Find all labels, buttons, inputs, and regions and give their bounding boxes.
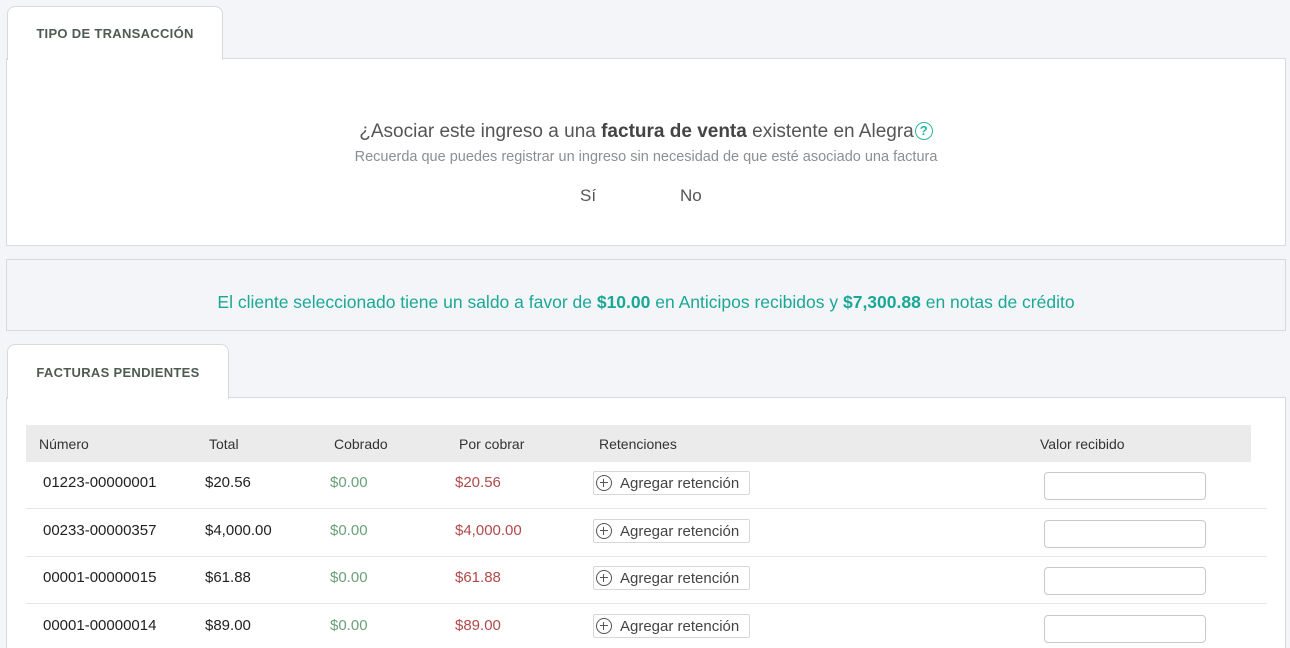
question-suffix: existente en Alegra bbox=[746, 121, 914, 142]
valor-recibido-input[interactable] bbox=[1044, 567, 1206, 595]
col-cobrado: Cobrado bbox=[334, 436, 388, 452]
invoice-total: $4,000.00 bbox=[205, 522, 272, 539]
table-row: 00001-00000015 $61.88 $0.00 $61.88 Agreg… bbox=[26, 557, 1267, 604]
tab-facturas-pendientes[interactable]: FACTURAS PENDIENTES bbox=[7, 344, 229, 399]
transaction-type-panel: ¿Asociar este ingreso a una factura de v… bbox=[6, 58, 1286, 246]
associate-invoice-question: ¿Asociar este ingreso a una factura de v… bbox=[7, 121, 1285, 143]
tab-tipo-transaccion-label: TIPO DE TRANSACCIÓN bbox=[36, 26, 194, 41]
add-retention-label: Agregar retención bbox=[620, 474, 740, 492]
question-bold: factura de venta bbox=[601, 121, 747, 142]
invoice-por-cobrar: $4,000.00 bbox=[455, 522, 522, 539]
invoice-total: $61.88 bbox=[205, 569, 251, 586]
add-retention-button[interactable]: Agregar retención bbox=[593, 614, 750, 638]
option-yes[interactable]: Sí bbox=[580, 186, 596, 206]
table-row: 00001-00000014 $89.00 $0.00 $89.00 Agreg… bbox=[26, 605, 1267, 648]
add-retention-button[interactable]: Agregar retención bbox=[593, 519, 750, 543]
invoice-por-cobrar: $89.00 bbox=[455, 617, 501, 634]
advance-amount: $10.00 bbox=[596, 292, 651, 312]
plus-circle-icon bbox=[596, 618, 612, 634]
question-subtitle: Recuerda que puedes registrar un ingreso… bbox=[354, 149, 938, 165]
add-retention-label: Agregar retención bbox=[620, 617, 740, 635]
col-por-cobrar: Por cobrar bbox=[459, 436, 525, 452]
invoice-cobrado: $0.00 bbox=[330, 522, 368, 539]
invoice-total: $89.00 bbox=[205, 617, 251, 634]
col-valor-recibido: Valor recibido bbox=[1040, 436, 1125, 452]
col-numero: Número bbox=[39, 436, 89, 452]
pending-invoices-panel: Número Total Cobrado Por cobrar Retencio… bbox=[6, 397, 1286, 648]
invoice-total: $20.56 bbox=[205, 474, 251, 491]
add-retention-label: Agregar retención bbox=[620, 522, 740, 540]
balance-message: El cliente seleccionado tiene un saldo a… bbox=[7, 292, 1285, 313]
add-retention-label: Agregar retención bbox=[620, 569, 740, 587]
invoice-number: 00001-00000015 bbox=[43, 569, 157, 586]
valor-recibido-input[interactable] bbox=[1044, 472, 1206, 500]
question-circle-icon[interactable]: ? bbox=[914, 122, 933, 140]
plus-circle-icon bbox=[596, 570, 612, 586]
table-row: 01223-00000001 $20.56 $0.00 $20.56 Agreg… bbox=[26, 462, 1267, 509]
balance-prefix: El cliente seleccionado tiene un saldo a… bbox=[217, 292, 597, 312]
invoice-number: 01223-00000001 bbox=[43, 474, 157, 491]
plus-circle-icon bbox=[596, 475, 612, 491]
balance-banner: El cliente seleccionado tiene un saldo a… bbox=[6, 259, 1286, 331]
balance-suffix: en notas de crédito bbox=[920, 292, 1075, 312]
question-prefix: ¿Asociar este ingreso a una bbox=[359, 121, 602, 142]
invoice-cobrado: $0.00 bbox=[330, 617, 368, 634]
invoice-cobrado: $0.00 bbox=[330, 474, 368, 491]
credit-amount: $7,300.88 bbox=[842, 292, 921, 312]
add-retention-button[interactable]: Agregar retención bbox=[593, 471, 750, 495]
valor-recibido-input[interactable] bbox=[1044, 615, 1206, 643]
tab-tipo-transaccion[interactable]: TIPO DE TRANSACCIÓN bbox=[7, 6, 223, 60]
plus-circle-icon bbox=[596, 523, 612, 539]
tab-facturas-pendientes-label: FACTURAS PENDIENTES bbox=[36, 364, 200, 380]
invoice-por-cobrar: $20.56 bbox=[455, 474, 501, 491]
table-row: 00233-00000357 $4,000.00 $0.00 $4,000.00… bbox=[26, 510, 1267, 557]
col-total: Total bbox=[209, 436, 239, 452]
valor-recibido-input[interactable] bbox=[1044, 520, 1206, 548]
invoice-number: 00233-00000357 bbox=[43, 522, 157, 539]
balance-middle: en Anticipos recibidos y bbox=[650, 292, 843, 312]
option-no[interactable]: No bbox=[680, 186, 702, 206]
add-retention-button[interactable]: Agregar retención bbox=[593, 566, 750, 590]
invoice-cobrado: $0.00 bbox=[330, 569, 368, 586]
invoice-por-cobrar: $61.88 bbox=[455, 569, 501, 586]
col-retenciones: Retenciones bbox=[599, 436, 677, 452]
invoice-number: 00001-00000014 bbox=[43, 617, 157, 634]
table-header: Número Total Cobrado Por cobrar Retencio… bbox=[26, 425, 1251, 462]
